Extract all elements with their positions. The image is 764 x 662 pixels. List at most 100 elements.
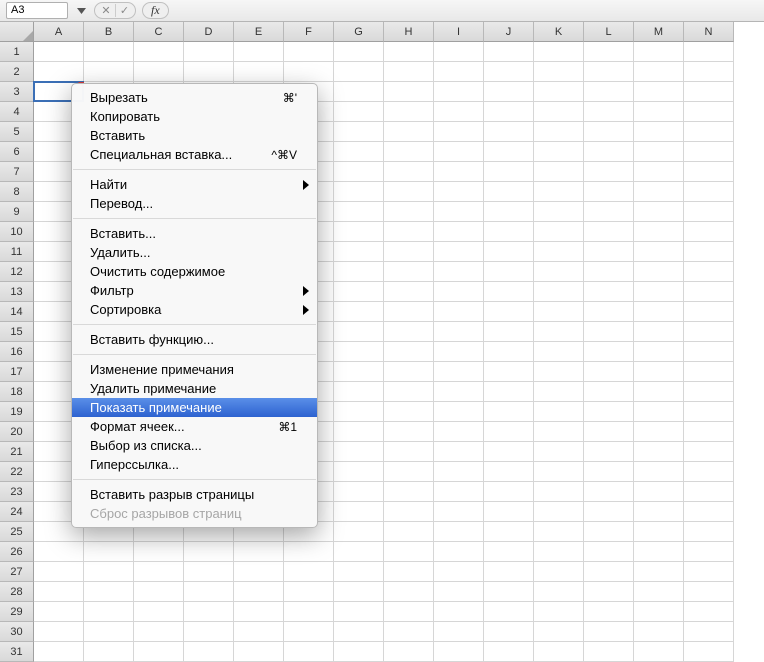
- cell[interactable]: [534, 62, 584, 82]
- cell[interactable]: [334, 542, 384, 562]
- row-header[interactable]: 17: [0, 362, 34, 382]
- row-header[interactable]: 24: [0, 502, 34, 522]
- cell[interactable]: [184, 542, 234, 562]
- fx-button[interactable]: fx: [142, 2, 169, 19]
- cell[interactable]: [234, 582, 284, 602]
- cell[interactable]: [534, 602, 584, 622]
- cell[interactable]: [384, 122, 434, 142]
- cell[interactable]: [384, 482, 434, 502]
- cell[interactable]: [334, 162, 384, 182]
- cell[interactable]: [534, 322, 584, 342]
- cell[interactable]: [584, 262, 634, 282]
- cell[interactable]: [684, 442, 734, 462]
- cell[interactable]: [284, 562, 334, 582]
- row-header[interactable]: 4: [0, 102, 34, 122]
- cell[interactable]: [484, 502, 534, 522]
- cell[interactable]: [434, 222, 484, 242]
- cell[interactable]: [434, 522, 484, 542]
- row-header[interactable]: 13: [0, 282, 34, 302]
- cell[interactable]: [584, 202, 634, 222]
- cell[interactable]: [334, 482, 384, 502]
- cell[interactable]: [184, 622, 234, 642]
- cell[interactable]: [534, 482, 584, 502]
- cell[interactable]: [684, 462, 734, 482]
- cell[interactable]: [334, 182, 384, 202]
- cell[interactable]: [634, 562, 684, 582]
- cell[interactable]: [684, 182, 734, 202]
- cell[interactable]: [684, 102, 734, 122]
- cell[interactable]: [584, 442, 634, 462]
- cell[interactable]: [384, 442, 434, 462]
- cell[interactable]: [484, 542, 534, 562]
- cell[interactable]: [534, 82, 584, 102]
- cell[interactable]: [384, 322, 434, 342]
- cell[interactable]: [384, 462, 434, 482]
- cell[interactable]: [134, 542, 184, 562]
- cell[interactable]: [634, 362, 684, 382]
- cell[interactable]: [534, 382, 584, 402]
- menu-item[interactable]: Вставить функцию...: [72, 330, 317, 349]
- cell[interactable]: [334, 642, 384, 662]
- cell[interactable]: [84, 42, 134, 62]
- row-header[interactable]: 11: [0, 242, 34, 262]
- cell[interactable]: [484, 622, 534, 642]
- cell[interactable]: [534, 542, 584, 562]
- cell[interactable]: [34, 62, 84, 82]
- cell[interactable]: [534, 302, 584, 322]
- cell[interactable]: [584, 562, 634, 582]
- menu-item[interactable]: Удалить примечание: [72, 379, 317, 398]
- cell[interactable]: [284, 42, 334, 62]
- cell[interactable]: [84, 542, 134, 562]
- cell[interactable]: [384, 362, 434, 382]
- column-header[interactable]: N: [684, 22, 734, 42]
- cell[interactable]: [434, 602, 484, 622]
- cell[interactable]: [484, 322, 534, 342]
- cell[interactable]: [334, 382, 384, 402]
- cell[interactable]: [634, 82, 684, 102]
- column-header[interactable]: G: [334, 22, 384, 42]
- cell[interactable]: [34, 42, 84, 62]
- cell[interactable]: [184, 42, 234, 62]
- cell[interactable]: [584, 362, 634, 382]
- cell[interactable]: [384, 582, 434, 602]
- cell[interactable]: [434, 42, 484, 62]
- menu-item[interactable]: Найти: [72, 175, 317, 194]
- cell[interactable]: [434, 82, 484, 102]
- cell[interactable]: [684, 582, 734, 602]
- cell[interactable]: [584, 582, 634, 602]
- cell[interactable]: [484, 482, 534, 502]
- cell[interactable]: [534, 622, 584, 642]
- column-header[interactable]: F: [284, 22, 334, 42]
- cell[interactable]: [184, 602, 234, 622]
- cell[interactable]: [384, 602, 434, 622]
- cell[interactable]: [634, 422, 684, 442]
- row-header[interactable]: 12: [0, 262, 34, 282]
- cell[interactable]: [384, 242, 434, 262]
- cell[interactable]: [434, 482, 484, 502]
- cell[interactable]: [584, 542, 634, 562]
- cell[interactable]: [534, 462, 584, 482]
- menu-item[interactable]: Очистить содержимое: [72, 262, 317, 281]
- cell[interactable]: [434, 162, 484, 182]
- menu-item[interactable]: Вставить: [72, 126, 317, 145]
- cell[interactable]: [434, 62, 484, 82]
- cell[interactable]: [534, 122, 584, 142]
- cell[interactable]: [34, 622, 84, 642]
- cell[interactable]: [434, 562, 484, 582]
- row-header[interactable]: 23: [0, 482, 34, 502]
- cell[interactable]: [284, 582, 334, 602]
- name-box-arrow[interactable]: [74, 4, 88, 18]
- cell[interactable]: [634, 302, 684, 322]
- cell[interactable]: [84, 642, 134, 662]
- cell[interactable]: [534, 402, 584, 422]
- cell[interactable]: [634, 182, 684, 202]
- cell[interactable]: [534, 182, 584, 202]
- cell[interactable]: [434, 242, 484, 262]
- cell[interactable]: [334, 222, 384, 242]
- cell[interactable]: [484, 602, 534, 622]
- cell[interactable]: [384, 542, 434, 562]
- cell[interactable]: [34, 542, 84, 562]
- cell[interactable]: [634, 502, 684, 522]
- column-header[interactable]: E: [234, 22, 284, 42]
- cell[interactable]: [534, 442, 584, 462]
